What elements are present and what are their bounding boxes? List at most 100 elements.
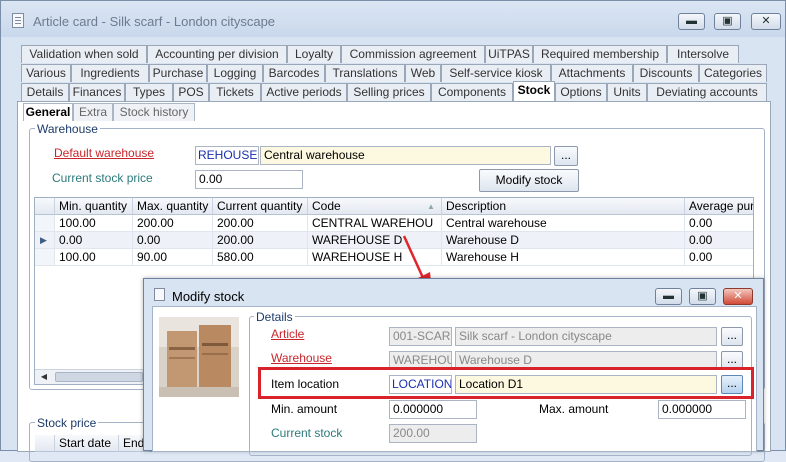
warehouse-group-label: Warehouse: [35, 122, 100, 136]
tab-options[interactable]: Options: [555, 83, 607, 101]
tab-pos[interactable]: POS: [173, 83, 209, 101]
cell-average-purchase[interactable]: 0.00: [685, 249, 753, 266]
grid-indicator-header: [35, 198, 55, 215]
scroll-thumb[interactable]: [55, 372, 143, 382]
tab-uitpas[interactable]: UiTPAS: [485, 45, 533, 63]
row-selected-indicator[interactable]: ▶: [35, 232, 55, 249]
close-button[interactable]: ✕: [751, 13, 781, 30]
cell-min-quantity[interactable]: 100.00: [55, 215, 133, 232]
tab-commission-agreement[interactable]: Commission agreement: [341, 45, 485, 63]
tab-translations[interactable]: Translations: [325, 64, 405, 82]
tab-categories[interactable]: Categories: [699, 64, 767, 82]
cell-current-quantity[interactable]: 200.00: [213, 215, 308, 232]
column-max-quantity[interactable]: Max. quantity: [133, 198, 213, 215]
cell-min-quantity[interactable]: 0.00: [55, 232, 133, 249]
dialog-maximize-button[interactable]: ▣: [689, 288, 716, 305]
cell-average-purchase[interactable]: 0.00: [685, 215, 753, 232]
cell-min-quantity[interactable]: 100.00: [55, 249, 133, 266]
dialog-close-button[interactable]: ✕: [723, 288, 753, 305]
column-average-purchase[interactable]: Average purch: [685, 198, 753, 215]
tab-components[interactable]: Components: [431, 83, 513, 101]
tab-required-membership[interactable]: Required membership: [533, 45, 667, 63]
row-indicator[interactable]: [35, 249, 55, 266]
modify-stock-dialog: Modify stock ▬ ▣ ✕ Details Article 001-S…: [143, 278, 764, 456]
tab-barcodes[interactable]: Barcodes: [263, 64, 325, 82]
tab-validation-when-sold[interactable]: Validation when sold: [21, 45, 147, 63]
cell-average-purchase[interactable]: 0.00: [685, 232, 753, 249]
subtab-general[interactable]: General: [23, 103, 73, 121]
default-warehouse-browse-button[interactable]: ...: [554, 146, 578, 166]
tab-units[interactable]: Units: [607, 83, 647, 101]
cell-max-quantity[interactable]: 0.00: [133, 232, 213, 249]
item-location-highlight: [258, 367, 754, 399]
dialog-title: Modify stock: [172, 289, 245, 304]
tab-row-3: Details Finances Types POS Tickets Activ…: [1, 81, 785, 102]
tab-self-service-kiosk[interactable]: Self-service kiosk: [441, 64, 551, 82]
tab-web[interactable]: Web: [405, 64, 441, 82]
scroll-left-icon[interactable]: ◀: [37, 371, 51, 383]
tab-stock[interactable]: Stock: [513, 81, 555, 101]
minimize-button[interactable]: ▬: [678, 13, 705, 30]
row-indicator[interactable]: [35, 215, 55, 232]
current-stock-label: Current stock: [271, 426, 343, 440]
tab-purchase[interactable]: Purchase: [149, 64, 207, 82]
cell-code[interactable]: CENTRAL WAREHOU: [308, 215, 442, 232]
subtab-extra[interactable]: Extra: [73, 103, 113, 121]
cell-current-quantity[interactable]: 580.00: [213, 249, 308, 266]
article-label[interactable]: Article: [271, 327, 304, 341]
tab-details[interactable]: Details: [21, 83, 69, 101]
tab-accounting-per-division[interactable]: Accounting per division: [147, 45, 287, 63]
subtab-stock-history[interactable]: Stock history: [113, 103, 195, 121]
current-stock-price-field[interactable]: 0.00: [195, 170, 303, 189]
min-amount-label: Min. amount: [271, 402, 338, 416]
max-amount-label: Max. amount: [539, 402, 609, 416]
tab-attachments[interactable]: Attachments: [551, 64, 633, 82]
tab-logging[interactable]: Logging: [207, 64, 263, 82]
warehouse-label[interactable]: Warehouse: [271, 351, 332, 365]
column-code[interactable]: Code: [308, 198, 442, 215]
sort-ascending-icon: ▲: [427, 202, 435, 211]
tab-loyalty[interactable]: Loyalty: [287, 45, 341, 63]
tab-various[interactable]: Various: [21, 64, 71, 82]
tab-selling-prices[interactable]: Selling prices: [347, 83, 431, 101]
tab-ingredients[interactable]: Ingredients: [71, 64, 149, 82]
max-amount-field[interactable]: 0.000000: [658, 400, 746, 419]
tab-deviating-accounts[interactable]: Deviating accounts: [647, 83, 767, 101]
tab-discounts[interactable]: Discounts: [633, 64, 699, 82]
cell-current-quantity[interactable]: 200.00: [213, 232, 308, 249]
current-stock-field: 200.00: [389, 424, 477, 443]
cell-description[interactable]: Warehouse D: [442, 232, 685, 249]
default-warehouse-code-field[interactable]: REHOUSE: [195, 146, 259, 165]
cell-description[interactable]: Warehouse H: [442, 249, 685, 266]
stock-price-group-label: Stock price: [35, 416, 99, 430]
article-name-field[interactable]: Silk scarf - London cityscape: [455, 327, 717, 346]
tab-intersolve[interactable]: Intersolve: [667, 45, 739, 63]
title-bar: Article card - Silk scarf - London citys…: [1, 1, 785, 37]
tab-finances[interactable]: Finances: [69, 83, 125, 101]
tab-types[interactable]: Types: [125, 83, 173, 101]
column-min-quantity[interactable]: Min. quantity: [55, 198, 133, 215]
window-title: Article card - Silk scarf - London citys…: [33, 14, 276, 29]
modify-stock-button[interactable]: Modify stock: [479, 169, 579, 192]
column-description[interactable]: Description: [442, 198, 685, 215]
tab-row-2: Various Ingredients Purchase Logging Bar…: [1, 64, 785, 83]
current-stock-price-label: Current stock price: [52, 171, 153, 185]
default-warehouse-name-field[interactable]: Central warehouse: [260, 146, 551, 165]
dialog-document-icon: [154, 288, 165, 301]
stock-price-indicator-header: [35, 435, 55, 452]
tab-row-1: Validation when sold Accounting per divi…: [1, 45, 785, 64]
cell-max-quantity[interactable]: 200.00: [133, 215, 213, 232]
cell-description[interactable]: Central warehouse: [442, 215, 685, 232]
min-amount-field[interactable]: 0.000000: [389, 400, 477, 419]
article-browse-button[interactable]: ...: [721, 327, 743, 346]
tab-tickets[interactable]: Tickets: [209, 83, 261, 101]
maximize-button[interactable]: ▣: [714, 13, 741, 30]
column-start-date[interactable]: Start date: [55, 435, 119, 452]
tab-active-periods[interactable]: Active periods: [261, 83, 347, 101]
dialog-minimize-button[interactable]: ▬: [655, 288, 682, 305]
column-current-quantity[interactable]: Current quantity: [213, 198, 308, 215]
cell-max-quantity[interactable]: 90.00: [133, 249, 213, 266]
default-warehouse-label[interactable]: Default warehouse: [54, 146, 154, 160]
product-image: [159, 317, 239, 397]
article-code-field[interactable]: 001-SCAR: [389, 327, 452, 346]
